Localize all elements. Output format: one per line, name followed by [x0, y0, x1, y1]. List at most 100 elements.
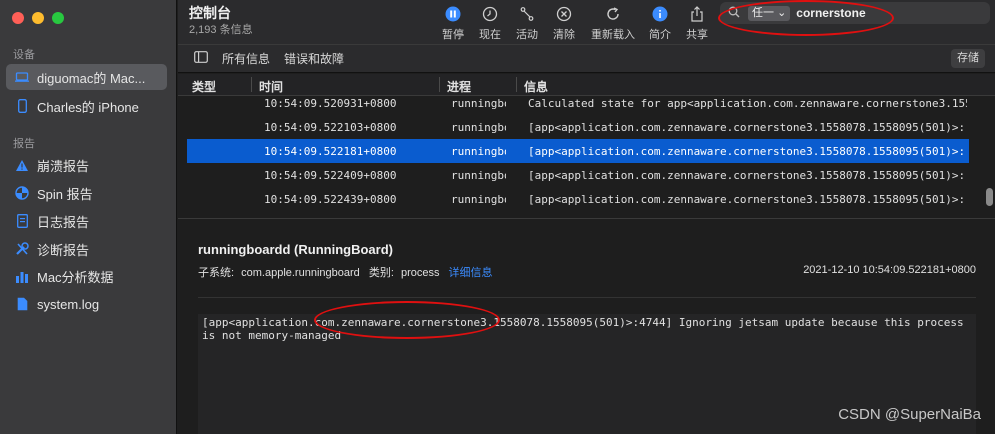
phone-icon	[14, 98, 30, 114]
row-message: Calculated state for app<application.com…	[528, 97, 967, 110]
zoom-window-button[interactable]	[52, 12, 64, 24]
sidebar-item-crash-reports[interactable]: 崩溃报告	[6, 152, 167, 178]
toolbar: 控制台 2,193 条信息 暂停 现在 活动 清除 重新载入 简介 共享 任一 …	[178, 0, 995, 44]
column-divider[interactable]	[439, 77, 440, 92]
save-button[interactable]: 存储	[951, 49, 985, 68]
watermark: CSDN @SuperNaiBa	[838, 406, 981, 423]
sidebar-item-system-log[interactable]: system.log	[6, 291, 167, 317]
window-controls	[12, 12, 64, 24]
sidebar-toggle-icon[interactable]	[194, 51, 208, 66]
row-message: [app<application.com.zennaware.cornersto…	[528, 121, 966, 134]
log-icon	[14, 296, 30, 312]
filter-bar: 所有信息 错误和故障 存储	[178, 44, 995, 73]
sidebar-item-label: Charles的 iPhone	[37, 99, 139, 115]
reload-label: 重新载入	[591, 29, 635, 41]
row-process: runningbo	[451, 121, 506, 134]
detail-process-title: runningboardd (RunningBoard)	[198, 242, 393, 257]
row-time: 10:54:09.520931+0800	[264, 97, 397, 110]
table-row[interactable]: 10:54:09.522103+0800 runningbo [app<appl…	[187, 115, 969, 139]
column-type[interactable]: 类型	[192, 78, 216, 95]
column-time[interactable]: 时间	[259, 78, 283, 95]
info-icon	[640, 4, 680, 22]
sidebar-item-diagnostic-reports[interactable]: 诊断报告	[6, 236, 167, 262]
clear-button[interactable]: 清除	[544, 4, 584, 42]
row-message: [app<application.com.zennaware.cornersto…	[528, 169, 966, 182]
sidebar-item-label: 崩溃报告	[37, 158, 90, 174]
reload-icon	[588, 4, 638, 22]
reload-button[interactable]: 重新载入	[588, 4, 638, 42]
log-table: 10:54:09.520931+0800 runningbo Calculate…	[178, 97, 995, 217]
pause-icon	[433, 4, 473, 22]
activity-button[interactable]: 活动	[507, 4, 547, 42]
activity-icon	[507, 4, 547, 22]
close-window-button[interactable]	[12, 12, 24, 24]
now-label: 现在	[479, 29, 501, 41]
pause-label: 暂停	[442, 29, 464, 41]
row-time: 10:54:09.522103+0800	[264, 121, 397, 134]
clock-icon	[470, 4, 510, 22]
details-link[interactable]: 详细信息	[449, 267, 493, 279]
sidebar-item-spin-reports[interactable]: Spin 报告	[6, 180, 167, 206]
filter-all-messages[interactable]: 所有信息	[222, 50, 270, 67]
column-divider[interactable]	[251, 77, 252, 92]
row-time: 10:54:09.522181+0800	[264, 145, 397, 158]
sidebar-item-label: system.log	[37, 296, 100, 312]
row-time: 10:54:09.522409+0800	[264, 169, 397, 182]
row-process: runningbo	[451, 97, 506, 110]
sidebar-item-mac[interactable]: diguomac的 Mac...	[6, 64, 167, 90]
row-message: [app<application.com.zennaware.cornersto…	[528, 145, 966, 158]
table-header: 类型 时间 进程 信息	[178, 74, 995, 96]
share-label: 共享	[686, 29, 708, 41]
devices-header: 设备	[13, 49, 35, 61]
chart-icon	[14, 268, 30, 284]
sidebar-item-label: 诊断报告	[37, 242, 90, 258]
row-time: 10:54:09.522439+0800	[264, 193, 397, 206]
spin-icon	[14, 185, 30, 201]
sidebar-item-label: Spin 报告	[37, 186, 93, 202]
info-button[interactable]: 简介	[640, 4, 680, 42]
message-count: 2,193 条信息	[189, 24, 253, 36]
laptop-icon	[14, 69, 30, 85]
share-button[interactable]: 共享	[677, 4, 717, 42]
table-row[interactable]: 10:54:09.522439+0800 runningbo [app<appl…	[187, 187, 969, 211]
console-window: 设备 diguomac的 Mac... Charles的 iPhone 报告 崩…	[0, 0, 995, 434]
subsystem-value: com.apple.runningboard	[241, 267, 360, 279]
warning-icon	[14, 157, 30, 173]
column-divider[interactable]	[516, 77, 517, 92]
now-button[interactable]: 现在	[470, 4, 510, 42]
subsystem-label: 子系统:	[198, 267, 235, 279]
table-row-selected[interactable]: 10:54:09.522181+0800 runningbo [app<appl…	[187, 139, 969, 163]
row-process: runningbo	[451, 193, 506, 206]
sidebar-item-label: diguomac的 Mac...	[37, 70, 146, 86]
column-message[interactable]: 信息	[524, 78, 548, 95]
sidebar-item-label: Mac分析数据	[37, 269, 114, 285]
sidebar-item-label: 日志报告	[37, 214, 90, 230]
divider	[198, 297, 976, 298]
tools-icon	[14, 241, 30, 257]
minimize-window-button[interactable]	[32, 12, 44, 24]
share-icon	[677, 4, 717, 22]
row-process: runningbo	[451, 145, 506, 158]
sidebar-item-mac-analytics[interactable]: Mac分析数据	[6, 263, 167, 289]
category-label: 类别:	[368, 267, 394, 279]
activity-label: 活动	[516, 29, 538, 41]
column-process[interactable]: 进程	[447, 78, 471, 95]
detail-timestamp: 2021-12-10 10:54:09.522181+0800	[803, 264, 976, 276]
row-message: [app<application.com.zennaware.cornersto…	[528, 193, 966, 206]
table-row[interactable]: 10:54:09.520931+0800 runningbo Calculate…	[187, 97, 969, 115]
sidebar: 设备 diguomac的 Mac... Charles的 iPhone 报告 崩…	[0, 0, 177, 434]
red-annotation-circle	[314, 301, 500, 339]
row-process: runningbo	[451, 169, 506, 182]
detail-metadata: 子系统: com.apple.runningboard 类别: process …	[198, 264, 493, 280]
window-title: 控制台	[189, 5, 231, 21]
filter-errors-faults[interactable]: 错误和故障	[284, 50, 344, 67]
table-row[interactable]: 10:54:09.522409+0800 runningbo [app<appl…	[187, 163, 969, 187]
detail-pane: runningboardd (RunningBoard) 子系统: com.ap…	[178, 218, 995, 434]
clear-icon	[544, 4, 584, 22]
vertical-scrollbar[interactable]	[986, 188, 993, 206]
red-annotation-circle	[718, 0, 894, 36]
pause-button[interactable]: 暂停	[433, 4, 473, 42]
info-label: 简介	[649, 29, 671, 41]
sidebar-item-log-reports[interactable]: 日志报告	[6, 208, 167, 234]
sidebar-item-iphone[interactable]: Charles的 iPhone	[6, 93, 167, 119]
